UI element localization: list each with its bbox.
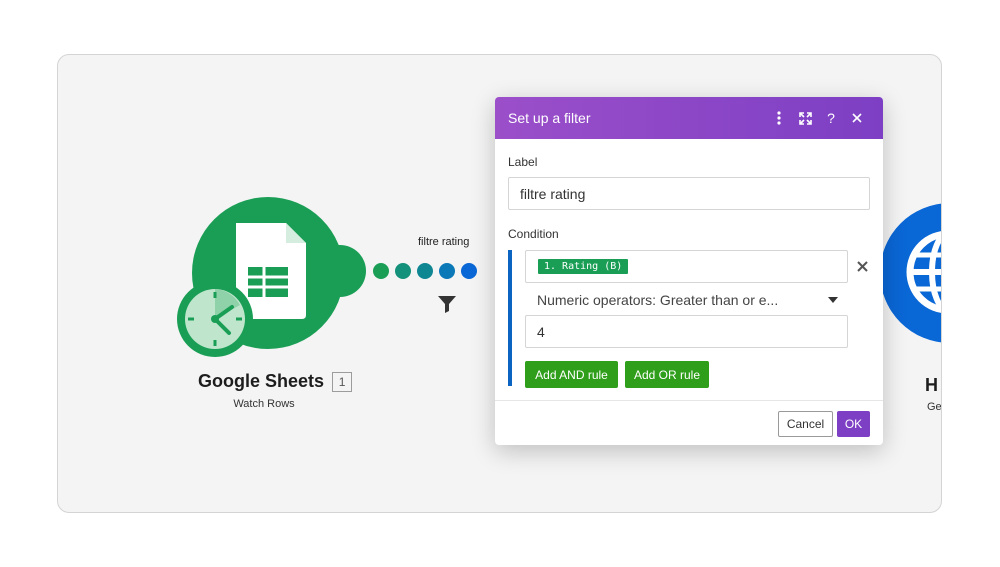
- route-dot[interactable]: [395, 263, 411, 279]
- dialog-title: Set up a filter: [508, 110, 591, 126]
- route-dot[interactable]: [373, 263, 389, 279]
- cancel-button[interactable]: Cancel: [778, 411, 833, 437]
- module-action: Ge: [927, 401, 942, 413]
- filter-dialog: Set up a filter ? Label filtre rating Co…: [495, 97, 883, 445]
- ok-button[interactable]: OK: [837, 411, 870, 437]
- condition-label: Condition: [508, 227, 559, 241]
- module-title: H: [925, 375, 938, 395]
- globe-icon: [906, 231, 941, 313]
- route-dot[interactable]: [461, 263, 477, 279]
- operator-value: Numeric operators: Greater than or e...: [537, 292, 779, 308]
- clock-icon: [177, 281, 253, 357]
- condition-group: 1. Rating (B) Numeric operators: Greater…: [508, 250, 870, 388]
- label-field-label: Label: [508, 155, 538, 169]
- label-input[interactable]: filtre rating: [508, 177, 870, 210]
- condition-value-input[interactable]: 4: [525, 315, 848, 348]
- close-icon[interactable]: [844, 105, 870, 131]
- expand-icon[interactable]: [792, 105, 818, 131]
- dialog-footer: Cancel OK: [495, 400, 883, 445]
- route-dot[interactable]: [417, 263, 433, 279]
- module-id-badge: 1: [332, 371, 353, 392]
- route-dot[interactable]: [439, 263, 455, 279]
- operator-select[interactable]: Numeric operators: Greater than or e...: [525, 286, 848, 314]
- more-vert-icon[interactable]: [766, 105, 792, 131]
- mapped-field-pill[interactable]: 1. Rating (B): [538, 259, 629, 274]
- module-action: Watch Rows: [233, 398, 295, 410]
- route-filter-label[interactable]: filtre rating: [418, 236, 469, 248]
- add-and-rule-button[interactable]: Add AND rule: [525, 361, 618, 388]
- help-icon[interactable]: ?: [818, 105, 844, 131]
- chevron-down-icon: [828, 297, 838, 303]
- add-or-rule-button[interactable]: Add OR rule: [625, 361, 709, 388]
- filter-icon[interactable]: [437, 295, 457, 313]
- condition-field-input[interactable]: 1. Rating (B): [525, 250, 848, 283]
- dialog-header[interactable]: Set up a filter ?: [495, 97, 883, 139]
- remove-condition-icon[interactable]: [853, 257, 871, 275]
- condition-group-bar: [508, 250, 512, 386]
- module-title: Google Sheets: [198, 371, 325, 391]
